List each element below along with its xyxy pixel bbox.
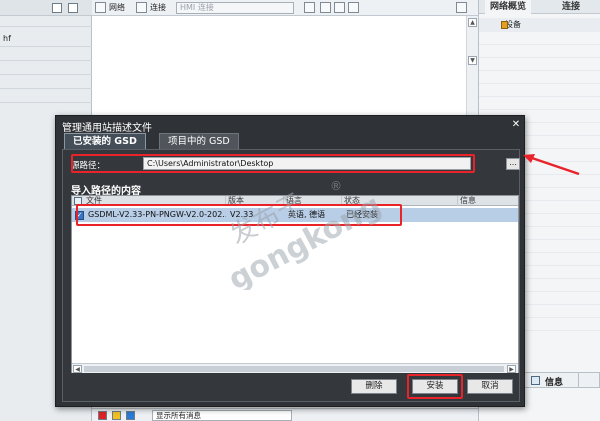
delete-button[interactable]: 删除	[351, 379, 397, 394]
connection-type-select[interactable]: HMI 连接	[176, 2, 294, 14]
diagnostics-tab[interactable]	[578, 373, 598, 387]
tree-divider	[0, 26, 92, 27]
column-header-info[interactable]: 信息	[458, 196, 518, 206]
panel-toggle-icon[interactable]	[456, 2, 467, 13]
info-cell	[460, 208, 518, 222]
info-filter-icon[interactable]	[126, 411, 135, 420]
highlight-install-button	[407, 374, 463, 399]
scroll-left-icon[interactable]: ◀	[73, 365, 82, 373]
dialog-title: 管理通用站描述文件	[62, 123, 152, 134]
tab-connections[interactable]: 连接	[557, 0, 585, 14]
highlight-gsd-row	[76, 204, 402, 226]
connect-icon[interactable]	[136, 2, 147, 13]
zoom-icon[interactable]	[348, 2, 359, 13]
scroll-right-icon[interactable]: ▶	[507, 365, 516, 373]
red-arrow-annotation	[523, 154, 580, 176]
canvas-vertical-scrollbar[interactable]: ▲ ▼	[466, 16, 478, 126]
network-button[interactable]: 网络	[109, 2, 125, 14]
tree-divider	[0, 88, 92, 89]
grid-icon[interactable]	[334, 2, 345, 13]
table-horizontal-scrollbar[interactable]: ◀ ▶	[72, 363, 518, 373]
network-view-toolbar: 网络 连接 HMI 连接	[92, 0, 478, 16]
list-view-icon[interactable]	[68, 3, 78, 13]
browse-button[interactable]: ...	[506, 158, 520, 170]
tree-divider	[0, 46, 92, 47]
tree-divider	[0, 60, 92, 61]
close-icon[interactable]: ✕	[510, 119, 522, 130]
tree-divider	[0, 74, 92, 75]
device-icon	[501, 21, 508, 29]
warning-filter-icon[interactable]	[112, 411, 121, 420]
project-tree-toolbar	[0, 0, 92, 16]
messages-filter-select[interactable]: 显示所有消息	[152, 410, 292, 421]
tree-divider	[0, 102, 92, 103]
info-icon	[531, 376, 540, 385]
info-tab-label: 信息	[545, 378, 564, 388]
table-icon[interactable]	[320, 2, 331, 13]
cancel-button[interactable]: 取消	[467, 379, 513, 394]
connect-button[interactable]: 连接	[150, 2, 166, 14]
dialog-tabs: 已安装的 GSD 项目中的 GSD	[64, 133, 518, 149]
scroll-up-icon[interactable]: ▲	[468, 18, 477, 27]
overview-tabs: 网络概览 连接	[479, 0, 600, 14]
network-icon[interactable]	[95, 2, 106, 13]
scrollbar-thumb[interactable]	[84, 366, 504, 372]
devices-column-header: 设备	[479, 18, 600, 32]
relations-icon[interactable]	[304, 2, 315, 13]
scroll-down-icon[interactable]: ▼	[468, 56, 477, 65]
tree-item[interactable]: hf	[0, 32, 92, 45]
gsd-file-table: 文件 版本 语言 状态 信息 ✓ GSDML-V2.33-PN-PNGW-V2.…	[71, 195, 519, 373]
tab-installed-gsd[interactable]: 已安装的 GSD	[64, 133, 146, 149]
tab-project-gsd[interactable]: 项目中的 GSD	[159, 133, 239, 149]
manage-gsd-dialog: 管理通用站描述文件 ✕ 已安装的 GSD 项目中的 GSD 源路径： C:\Us…	[55, 115, 580, 407]
highlight-source-path	[71, 154, 475, 173]
dialog-body: 源路径： C:\Users\Administrator\Desktop ... …	[62, 149, 580, 402]
tab-network-overview[interactable]: 网络概览	[485, 0, 532, 14]
messages-bar: 显示所有消息	[92, 408, 478, 421]
error-filter-icon[interactable]	[98, 411, 107, 420]
grid-view-icon[interactable]	[52, 3, 62, 13]
